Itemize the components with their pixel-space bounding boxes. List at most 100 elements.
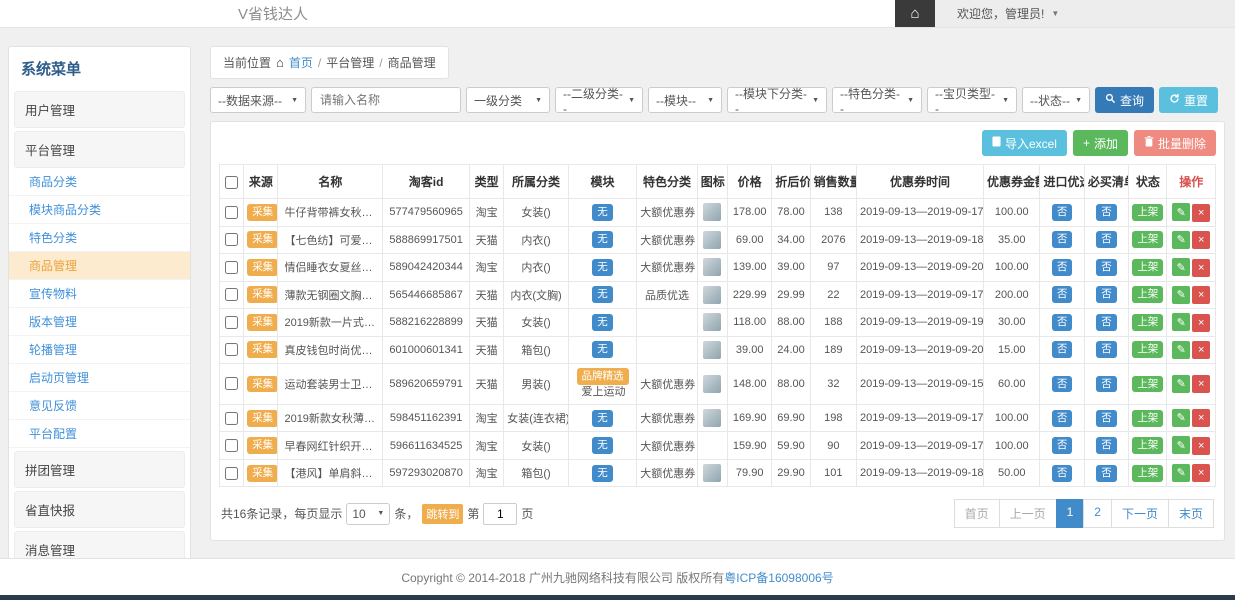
- select-all-checkbox[interactable]: [225, 176, 238, 189]
- delete-button[interactable]: ×: [1192, 259, 1210, 277]
- sidebar-group[interactable]: 拼团管理: [14, 451, 185, 488]
- name-filter-input[interactable]: [311, 87, 461, 113]
- filter-select[interactable]: --特色分类--▼: [832, 87, 922, 113]
- must-buy-badge[interactable]: 否: [1096, 286, 1117, 303]
- sidebar-item[interactable]: 版本管理: [9, 308, 190, 336]
- must-buy-badge[interactable]: 否: [1096, 437, 1117, 454]
- delete-button[interactable]: ×: [1192, 341, 1210, 359]
- delete-button[interactable]: ×: [1192, 409, 1210, 427]
- edit-button[interactable]: ✎: [1172, 258, 1190, 276]
- sidebar-group[interactable]: 消息管理: [14, 531, 185, 560]
- filter-select[interactable]: --宝贝类型--▼: [927, 87, 1017, 113]
- home-button[interactable]: ⌂: [895, 0, 935, 27]
- jump-page-input[interactable]: [483, 503, 517, 525]
- must-buy-badge[interactable]: 否: [1096, 376, 1117, 393]
- row-checkbox[interactable]: [225, 233, 238, 246]
- filter-select[interactable]: --二级分类--▼: [555, 87, 643, 113]
- page-button[interactable]: 1: [1056, 499, 1085, 528]
- jump-to-button[interactable]: 跳转到: [422, 504, 463, 524]
- delete-button[interactable]: ×: [1192, 437, 1210, 455]
- row-checkbox[interactable]: [225, 261, 238, 274]
- delete-button[interactable]: ×: [1192, 314, 1210, 332]
- delete-button[interactable]: ×: [1192, 204, 1210, 222]
- sidebar-item[interactable]: 模块商品分类: [9, 196, 190, 224]
- import-optional-badge[interactable]: 否: [1052, 259, 1073, 276]
- import-optional-badge[interactable]: 否: [1052, 465, 1073, 482]
- sidebar-item[interactable]: 意见反馈: [9, 392, 190, 420]
- edit-button[interactable]: ✎: [1172, 313, 1190, 331]
- import-excel-button[interactable]: 导入excel: [982, 130, 1067, 156]
- must-buy-badge[interactable]: 否: [1096, 410, 1117, 427]
- import-optional-badge[interactable]: 否: [1052, 314, 1073, 331]
- user-menu[interactable]: 欢迎您，管理员! ▼: [935, 0, 1235, 27]
- add-button[interactable]: + 添加: [1073, 130, 1128, 156]
- import-optional-badge[interactable]: 否: [1052, 231, 1073, 248]
- delete-button[interactable]: ×: [1192, 286, 1210, 304]
- status-badge[interactable]: 上架: [1132, 376, 1163, 393]
- must-buy-badge[interactable]: 否: [1096, 231, 1117, 248]
- page-button[interactable]: 上一页: [999, 499, 1057, 528]
- search-button[interactable]: 查询: [1095, 87, 1154, 113]
- sidebar-item[interactable]: 商品管理: [9, 252, 190, 280]
- breadcrumb-item[interactable]: 平台管理: [326, 54, 374, 71]
- status-badge[interactable]: 上架: [1132, 259, 1163, 276]
- must-buy-badge[interactable]: 否: [1096, 259, 1117, 276]
- sidebar-item[interactable]: 平台配置: [9, 420, 190, 448]
- filter-select[interactable]: --模块下分类--▼: [727, 87, 827, 113]
- status-badge[interactable]: 上架: [1132, 286, 1163, 303]
- page-button[interactable]: 首页: [954, 499, 1000, 528]
- must-buy-badge[interactable]: 否: [1096, 314, 1117, 331]
- row-checkbox[interactable]: [225, 412, 238, 425]
- edit-button[interactable]: ✎: [1172, 286, 1190, 304]
- batch-delete-button[interactable]: 批量删除: [1134, 130, 1216, 156]
- breadcrumb-home-link[interactable]: 首页: [289, 54, 313, 71]
- must-buy-badge[interactable]: 否: [1096, 204, 1117, 221]
- import-optional-badge[interactable]: 否: [1052, 286, 1073, 303]
- import-optional-badge[interactable]: 否: [1052, 410, 1073, 427]
- page-button[interactable]: 2: [1083, 499, 1112, 528]
- sidebar-item[interactable]: 启动页管理: [9, 364, 190, 392]
- sidebar-group[interactable]: 用户管理: [14, 91, 185, 128]
- sidebar-item[interactable]: 轮播管理: [9, 336, 190, 364]
- status-badge[interactable]: 上架: [1132, 204, 1163, 221]
- reset-button[interactable]: 重置: [1159, 87, 1218, 113]
- status-badge[interactable]: 上架: [1132, 410, 1163, 427]
- edit-button[interactable]: ✎: [1172, 464, 1190, 482]
- status-badge[interactable]: 上架: [1132, 437, 1163, 454]
- must-buy-badge[interactable]: 否: [1096, 341, 1117, 358]
- import-optional-badge[interactable]: 否: [1052, 204, 1073, 221]
- row-checkbox[interactable]: [225, 316, 238, 329]
- filter-select[interactable]: --数据来源--▼: [210, 87, 306, 113]
- edit-button[interactable]: ✎: [1172, 231, 1190, 249]
- icp-link[interactable]: 粤ICP备16098006号: [724, 571, 833, 585]
- row-checkbox[interactable]: [225, 206, 238, 219]
- sidebar-group[interactable]: 省直快报: [14, 491, 185, 528]
- sidebar-item[interactable]: 特色分类: [9, 224, 190, 252]
- filter-select[interactable]: --模块--▼: [648, 87, 722, 113]
- import-optional-badge[interactable]: 否: [1052, 341, 1073, 358]
- filter-select[interactable]: --状态--▼: [1022, 87, 1090, 113]
- delete-button[interactable]: ×: [1192, 375, 1210, 393]
- status-badge[interactable]: 上架: [1132, 314, 1163, 331]
- filter-select[interactable]: 一级分类▼: [466, 87, 550, 113]
- import-optional-badge[interactable]: 否: [1052, 437, 1073, 454]
- edit-button[interactable]: ✎: [1172, 436, 1190, 454]
- status-badge[interactable]: 上架: [1132, 465, 1163, 482]
- per-page-select[interactable]: 10 ▼: [346, 503, 390, 525]
- sidebar-item[interactable]: 宣传物料: [9, 280, 190, 308]
- page-button[interactable]: 末页: [1168, 499, 1214, 528]
- row-checkbox[interactable]: [225, 439, 238, 452]
- edit-button[interactable]: ✎: [1172, 375, 1190, 393]
- sidebar-group[interactable]: 平台管理: [14, 131, 185, 168]
- delete-button[interactable]: ×: [1192, 231, 1210, 249]
- must-buy-badge[interactable]: 否: [1096, 465, 1117, 482]
- edit-button[interactable]: ✎: [1172, 341, 1190, 359]
- edit-button[interactable]: ✎: [1172, 203, 1190, 221]
- import-optional-badge[interactable]: 否: [1052, 376, 1073, 393]
- edit-button[interactable]: ✎: [1172, 409, 1190, 427]
- row-checkbox[interactable]: [225, 343, 238, 356]
- row-checkbox[interactable]: [225, 467, 238, 480]
- sidebar-item[interactable]: 商品分类: [9, 168, 190, 196]
- delete-button[interactable]: ×: [1192, 464, 1210, 482]
- status-badge[interactable]: 上架: [1132, 231, 1163, 248]
